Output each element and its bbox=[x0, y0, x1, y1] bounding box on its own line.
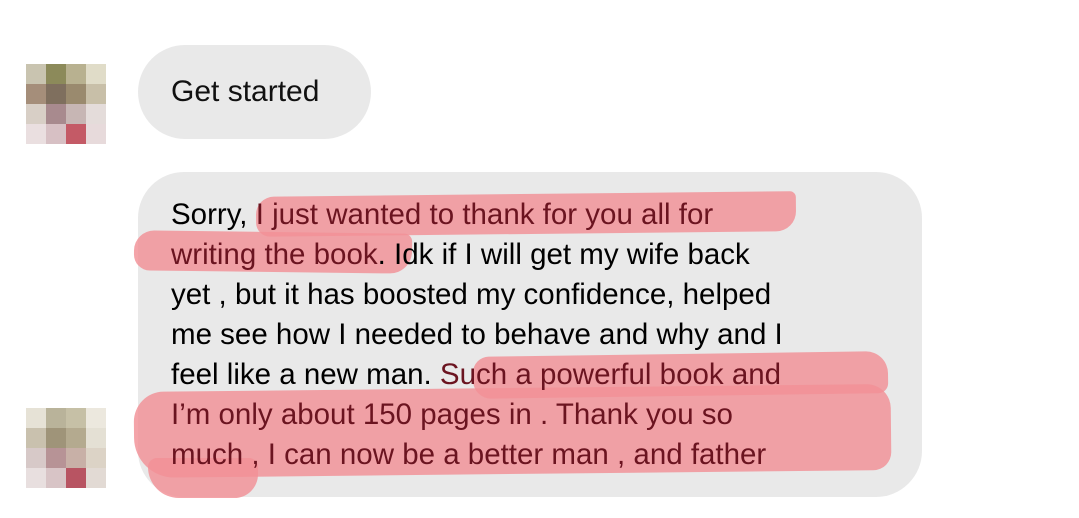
message-line: writing the book. Idk if I will get my w… bbox=[171, 235, 783, 275]
message-line: yet , but it has boosted my confidence, … bbox=[171, 275, 783, 315]
message-line: me see how I needed to behave and why an… bbox=[171, 315, 783, 355]
highlighted-text: writing the book bbox=[171, 238, 378, 271]
highlighted-text: much , I can now be a better man , and f… bbox=[171, 438, 767, 471]
message-text: feel like a new man. bbox=[171, 358, 432, 391]
message-text: yet , but it has boosted my confidence, … bbox=[171, 278, 772, 311]
message-body: Sorry, I just wanted to thank for you al… bbox=[171, 195, 783, 475]
message-bubble-get-started[interactable]: Get started bbox=[138, 45, 371, 139]
avatar[interactable] bbox=[26, 64, 106, 144]
message-line: I’m only about 150 pages in . Thank you … bbox=[171, 395, 783, 435]
avatar[interactable] bbox=[26, 408, 106, 488]
highlighted-text: I’m only about 150 pages in . Thank you … bbox=[171, 398, 733, 431]
message-line: Sorry, I just wanted to thank for you al… bbox=[171, 195, 783, 235]
message-text: . Idk if I will get my wife back bbox=[377, 238, 750, 271]
message-text: Sorry, bbox=[171, 198, 248, 231]
highlighted-text: I just wanted to thank for you all for bbox=[255, 198, 714, 231]
message-line: feel like a new man. Such a powerful boo… bbox=[171, 355, 783, 395]
highlighted-text: Such a powerful book and bbox=[439, 358, 782, 391]
message-text: Get started bbox=[171, 75, 320, 108]
message-line: much , I can now be a better man , and f… bbox=[171, 435, 783, 475]
message-text: me see how I needed to behave and why an… bbox=[171, 318, 783, 351]
